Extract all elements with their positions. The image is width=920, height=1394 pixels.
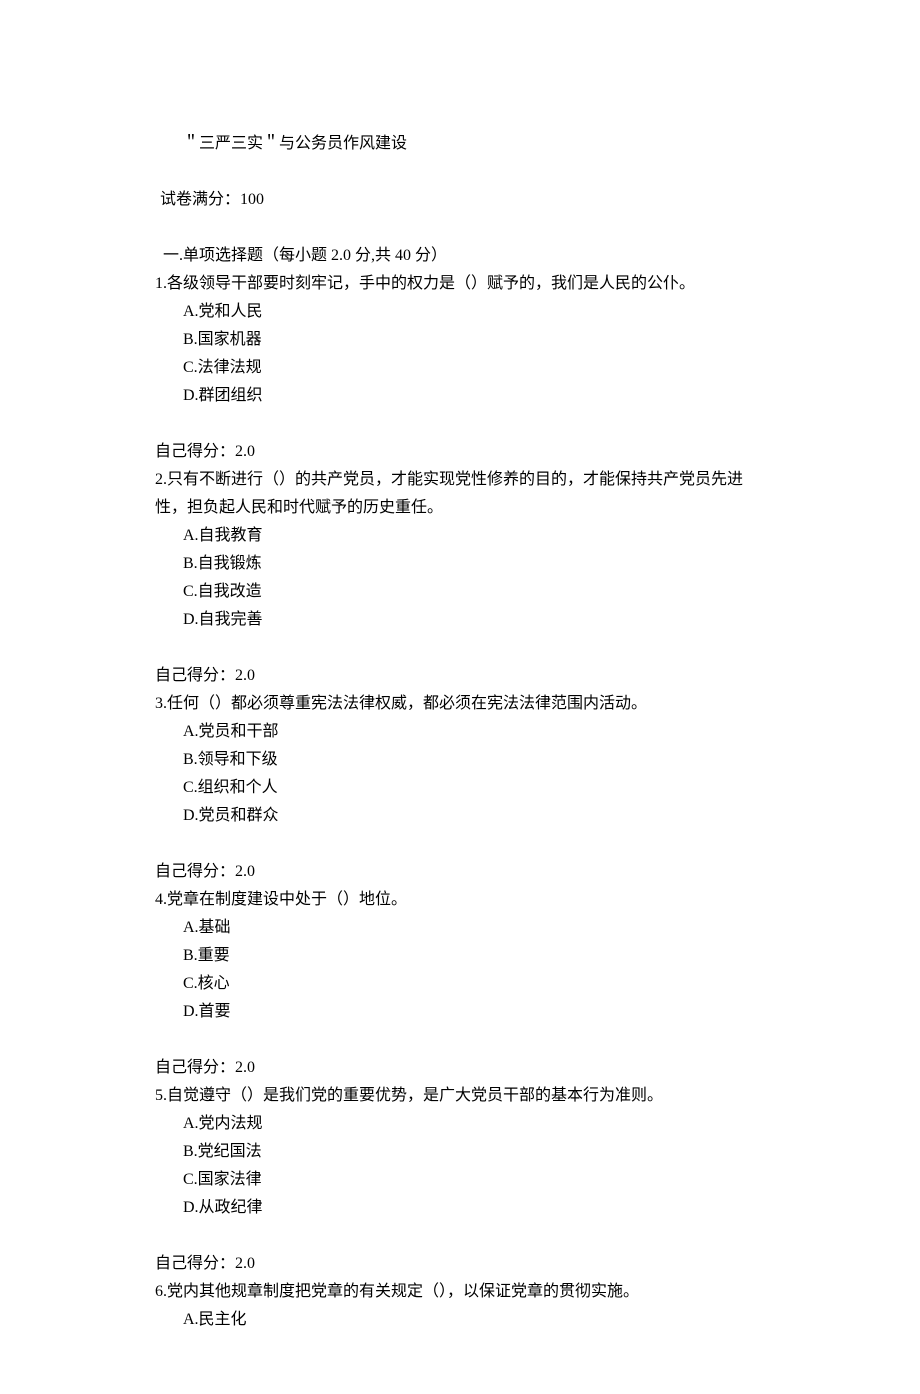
option-c: C.法律法规 [183, 354, 765, 382]
full-score-label: 试卷满分：100 [155, 186, 765, 214]
option-c: C.国家法律 [183, 1166, 765, 1194]
question-options: A.民主化 [155, 1306, 765, 1334]
score-label: 自己得分：2.0 [155, 662, 765, 690]
option-b: B.重要 [183, 942, 765, 970]
question-4: 4.党章在制度建设中处于（）地位。 A.基础 B.重要 C.核心 D.首要 [155, 886, 765, 1026]
option-a: A.基础 [183, 914, 765, 942]
option-d: D.党员和群众 [183, 802, 765, 830]
score-label: 自己得分：2.0 [155, 858, 765, 886]
option-c: C.核心 [183, 970, 765, 998]
option-b: B.党纪国法 [183, 1138, 765, 1166]
question-2: 2.只有不断进行（）的共产党员，才能实现党性修养的目的，才能保持共产党员先进性，… [155, 466, 765, 634]
question-options: A.党和人民 B.国家机器 C.法律法规 D.群团组织 [155, 298, 765, 410]
option-a: A.党和人民 [183, 298, 765, 326]
option-c: C.组织和个人 [183, 774, 765, 802]
question-options: A.自我教育 B.自我锻炼 C.自我改造 D.自我完善 [155, 522, 765, 634]
option-d: D.从政纪律 [183, 1194, 765, 1222]
question-3: 3.任何（）都必须尊重宪法法律权威，都必须在宪法法律范围内活动。 A.党员和干部… [155, 690, 765, 830]
question-text: 1.各级领导干部要时刻牢记，手中的权力是（）赋予的，我们是人民的公仆。 [155, 270, 765, 298]
option-d: D.群团组织 [183, 382, 765, 410]
option-b: B.领导和下级 [183, 746, 765, 774]
question-text: 5.自觉遵守（）是我们党的重要优势，是广大党员干部的基本行为准则。 [155, 1082, 765, 1110]
score-label: 自己得分：2.0 [155, 1250, 765, 1278]
option-c: C.自我改造 [183, 578, 765, 606]
option-a: A.党员和干部 [183, 718, 765, 746]
question-options: A.党员和干部 B.领导和下级 C.组织和个人 D.党员和群众 [155, 718, 765, 830]
question-text: 2.只有不断进行（）的共产党员，才能实现党性修养的目的，才能保持共产党员先进性，… [155, 466, 765, 522]
question-options: A.基础 B.重要 C.核心 D.首要 [155, 914, 765, 1026]
document-title: ＂三严三实＂与公务员作风建设 [155, 130, 765, 158]
section-heading: 一.单项选择题（每小题 2.0 分,共 40 分） [155, 242, 765, 270]
option-d: D.首要 [183, 998, 765, 1026]
question-text: 3.任何（）都必须尊重宪法法律权威，都必须在宪法法律范围内活动。 [155, 690, 765, 718]
question-1: 1.各级领导干部要时刻牢记，手中的权力是（）赋予的，我们是人民的公仆。 A.党和… [155, 270, 765, 410]
option-b: B.自我锻炼 [183, 550, 765, 578]
question-6: 6.党内其他规章制度把党章的有关规定（），以保证党章的贯彻实施。 A.民主化 [155, 1278, 765, 1334]
option-a: A.党内法规 [183, 1110, 765, 1138]
option-d: D.自我完善 [183, 606, 765, 634]
score-label: 自己得分：2.0 [155, 1054, 765, 1082]
option-a: A.自我教育 [183, 522, 765, 550]
score-label: 自己得分：2.0 [155, 438, 765, 466]
question-5: 5.自觉遵守（）是我们党的重要优势，是广大党员干部的基本行为准则。 A.党内法规… [155, 1082, 765, 1222]
option-a: A.民主化 [183, 1306, 765, 1334]
option-b: B.国家机器 [183, 326, 765, 354]
question-text: 4.党章在制度建设中处于（）地位。 [155, 886, 765, 914]
question-options: A.党内法规 B.党纪国法 C.国家法律 D.从政纪律 [155, 1110, 765, 1222]
